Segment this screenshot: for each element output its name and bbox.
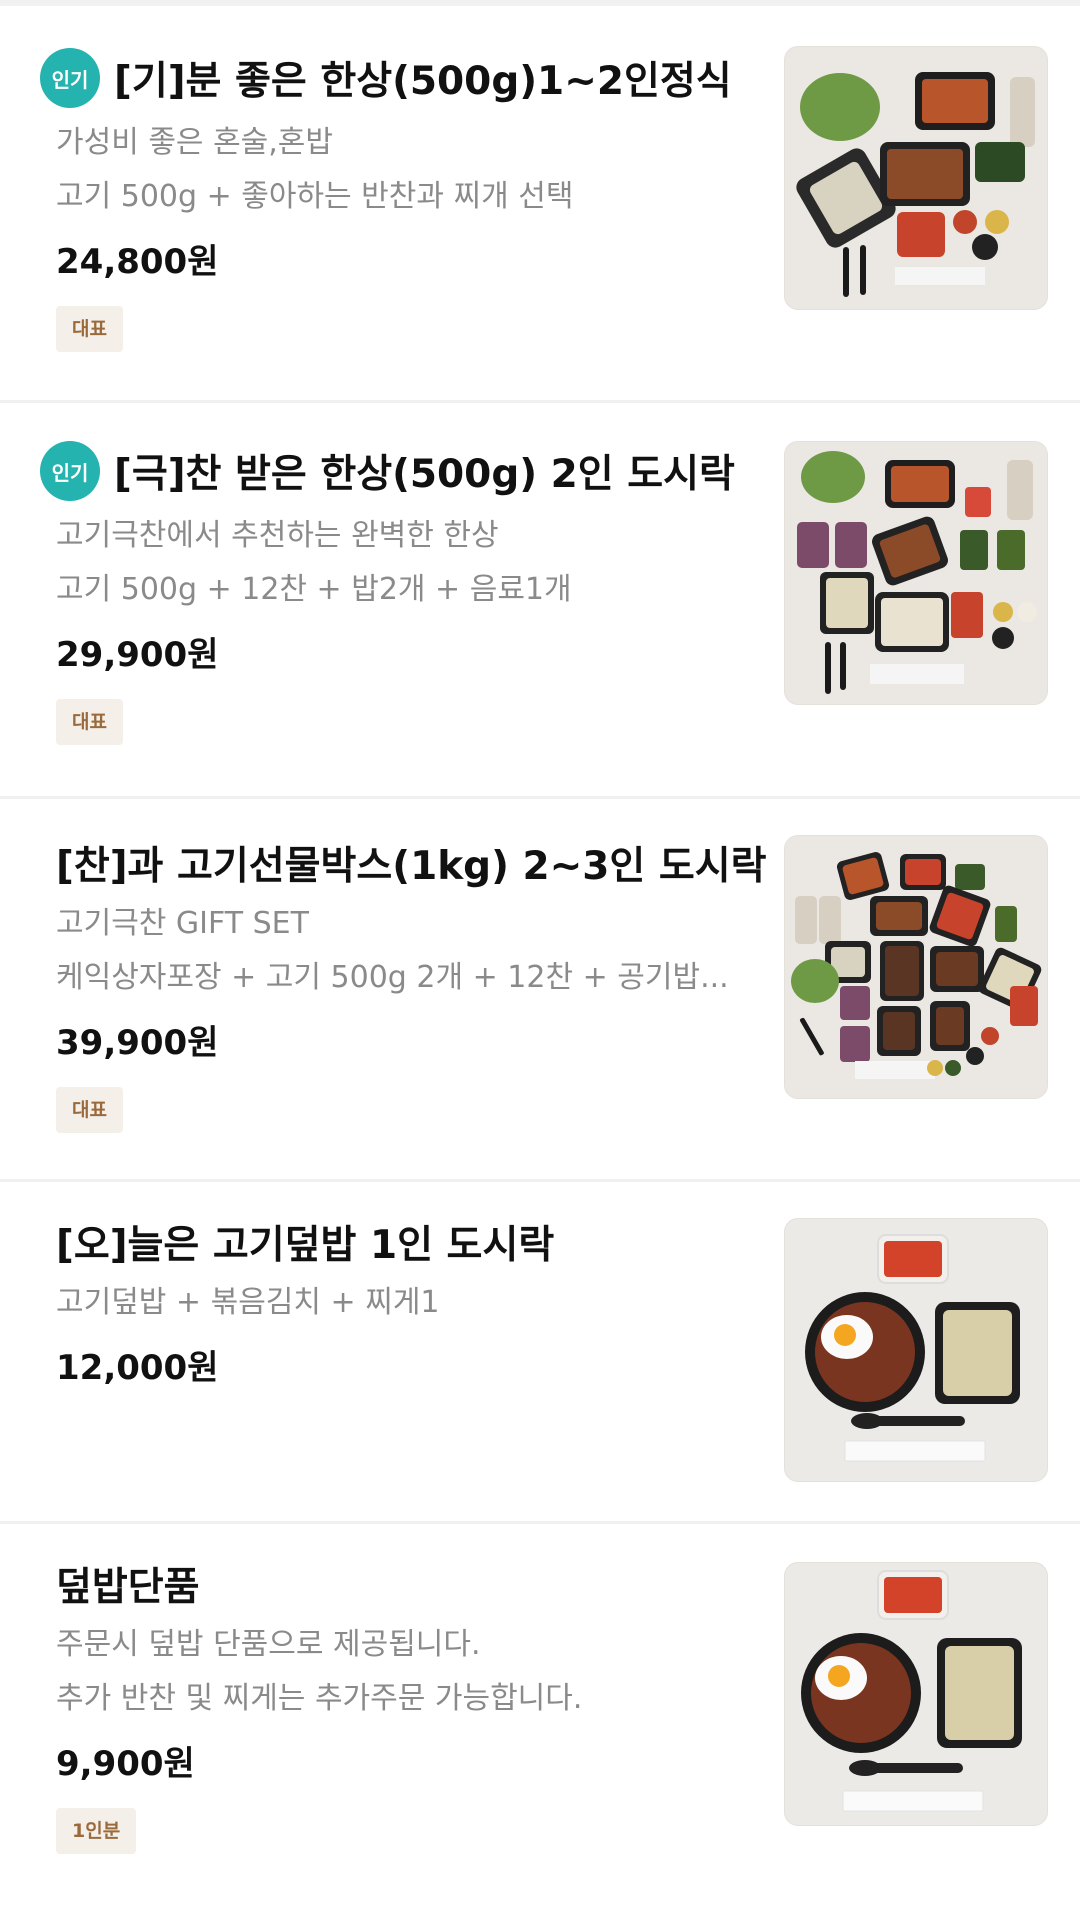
meal-set-photo xyxy=(785,47,1047,309)
menu-item-description: 추가 반찬 및 찌게는 추가주문 가능합니다. xyxy=(56,1681,583,1716)
menu-item-info: [오]늘은 고기덮밥 1인 도시락 고기덮밥 + 볶음김치 + 찌게1 12,0… xyxy=(56,1212,770,1392)
menu-item-description: 가성비 좋은 혼술,혼밥 xyxy=(56,125,334,160)
menu-item-name: [찬]과 고기선물박스(1kg) 2~3인 도시락 xyxy=(56,844,767,889)
menu-item-price: 39,900원 xyxy=(56,1023,219,1063)
menu-item-name: [오]늘은 고기덮밥 1인 도시락 xyxy=(56,1223,555,1268)
serving-tag: 1인분 xyxy=(56,1808,137,1854)
popular-badge: 인기 xyxy=(40,48,100,108)
signature-tag: 대표 xyxy=(56,306,123,352)
menu-item-description: 고기 500g + 12찬 + 밥2개 + 음료1개 xyxy=(56,572,572,607)
signature-tag: 대표 xyxy=(56,699,123,745)
menu-item-info: 덮밥단품 주문시 덮밥 단품으로 제공됩니다. 추가 반찬 및 찌게는 추가주문… xyxy=(56,1554,770,1854)
menu-item-description: 고기 500g + 좋아하는 반찬과 찌개 선택 xyxy=(56,179,574,214)
popular-badge: 인기 xyxy=(40,441,100,501)
menu-item-info: [찬]과 고기선물박스(1kg) 2~3인 도시락 고기극찬 GIFT SET … xyxy=(56,833,770,1133)
menu-item-photo[interactable] xyxy=(784,441,1048,705)
menu-item-info: 인기 [극]찬 받은 한상(500g) 2인 도시락 고기극찬에서 추천하는 완… xyxy=(40,441,770,745)
menu-item-description: 고기극찬 GIFT SET xyxy=(56,906,309,941)
rice-bowl-photo xyxy=(785,1219,1047,1481)
menu-item-name: 덮밥단품 xyxy=(56,1565,200,1610)
gift-box-photo xyxy=(785,836,1047,1098)
menu-item-description: 고기극찬에서 추천하는 완벽한 한상 xyxy=(56,518,499,553)
lunchbox-set-photo xyxy=(785,442,1047,704)
menu-item[interactable]: 인기 [극]찬 받은 한상(500g) 2인 도시락 고기극찬에서 추천하는 완… xyxy=(0,403,1080,799)
menu-list: 인기 [기]분 좋은 한상(500g)1~2인정식 가성비 좋은 혼술,혼밥 고… xyxy=(0,0,1080,1909)
menu-item-name: [기]분 좋은 한상(500g)1~2인정식 xyxy=(114,59,732,104)
menu-item-info: 인기 [기]분 좋은 한상(500g)1~2인정식 가성비 좋은 혼술,혼밥 고… xyxy=(40,48,770,352)
menu-item-price: 24,800원 xyxy=(56,242,219,282)
menu-item-name: [극]찬 받은 한상(500g) 2인 도시락 xyxy=(114,452,735,497)
menu-item-photo[interactable] xyxy=(784,46,1048,310)
menu-item-description: 고기덮밥 + 볶음김치 + 찌게1 xyxy=(56,1285,440,1320)
menu-item-price: 29,900원 xyxy=(56,635,219,675)
menu-item[interactable]: [오]늘은 고기덮밥 1인 도시락 고기덮밥 + 볶음김치 + 찌게1 12,0… xyxy=(0,1182,1080,1524)
menu-item-description: 주문시 덮밥 단품으로 제공됩니다. xyxy=(56,1627,481,1662)
menu-item[interactable]: [찬]과 고기선물박스(1kg) 2~3인 도시락 고기극찬 GIFT SET … xyxy=(0,799,1080,1182)
rice-bowl-single-photo xyxy=(785,1563,1047,1825)
menu-item-photo[interactable] xyxy=(784,1562,1048,1826)
menu-item[interactable]: 덮밥단품 주문시 덮밥 단품으로 제공됩니다. 추가 반찬 및 찌게는 추가주문… xyxy=(0,1524,1080,1909)
menu-item-photo[interactable] xyxy=(784,1218,1048,1482)
signature-tag: 대표 xyxy=(56,1087,123,1133)
menu-item-photo[interactable] xyxy=(784,835,1048,1099)
menu-item[interactable]: 인기 [기]분 좋은 한상(500g)1~2인정식 가성비 좋은 혼술,혼밥 고… xyxy=(0,6,1080,403)
menu-item-description: 케익상자포장 + 고기 500g 2개 + 12찬 + 공기밥... xyxy=(56,960,729,995)
menu-item-price: 9,900원 xyxy=(56,1744,195,1784)
menu-item-price: 12,000원 xyxy=(56,1348,219,1388)
